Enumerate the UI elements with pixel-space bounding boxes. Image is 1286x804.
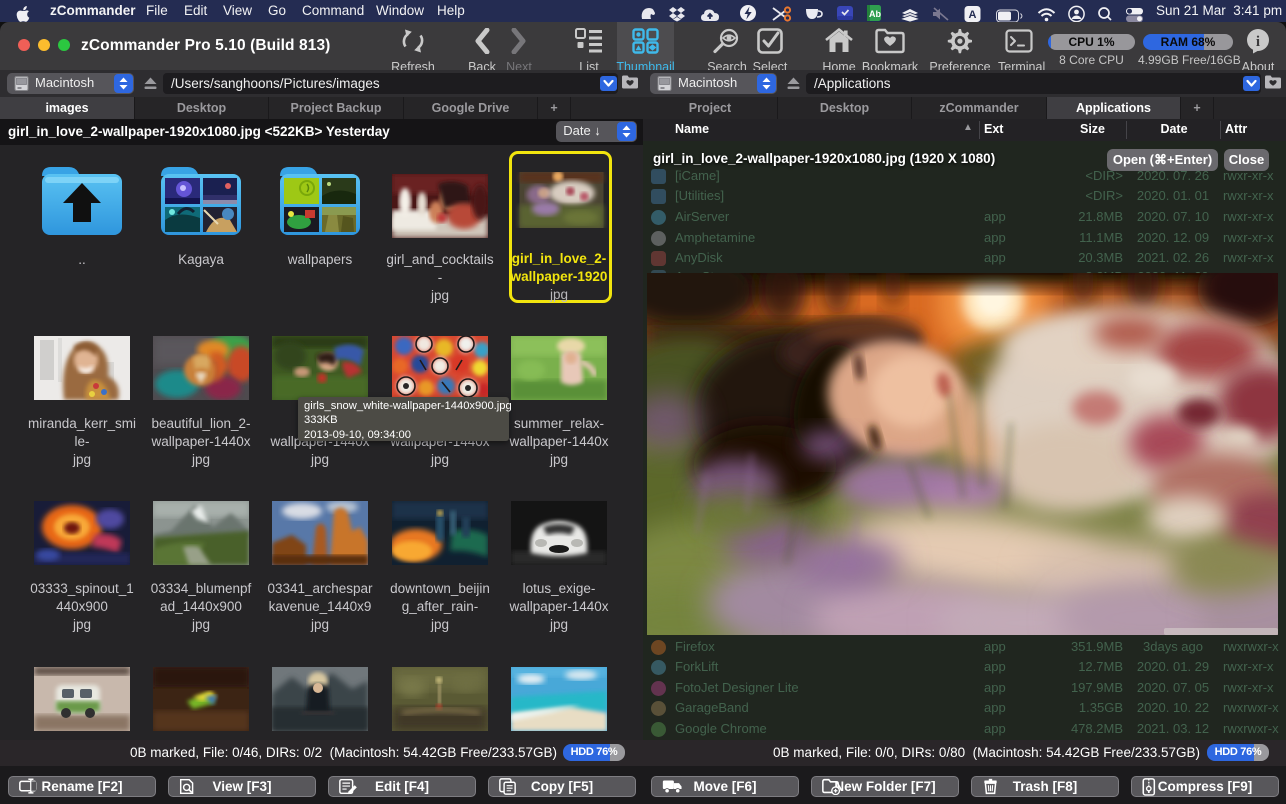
- svg-text:A: A: [969, 9, 977, 21]
- svg-text:i: i: [1256, 34, 1260, 50]
- svg-text:Ab: Ab: [869, 9, 881, 19]
